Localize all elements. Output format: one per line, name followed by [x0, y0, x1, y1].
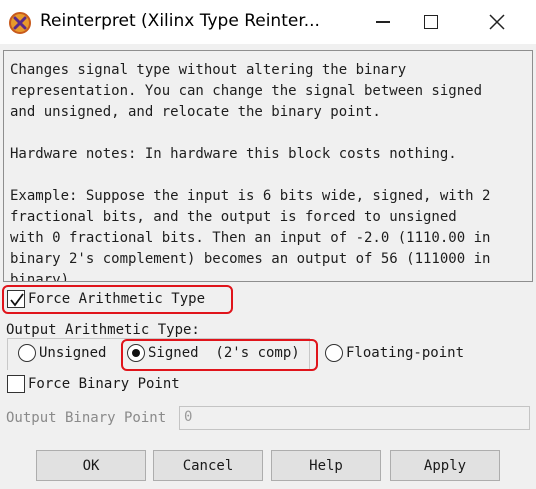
minimize-icon	[376, 21, 390, 23]
close-icon	[489, 14, 505, 30]
checkbox-box[interactable]	[7, 375, 25, 393]
radio-floating-point[interactable]: Floating-point	[325, 344, 464, 362]
title-bar: Reinterpret (Xilinx Type Reinter...	[0, 0, 536, 44]
help-button[interactable]: Help	[271, 450, 381, 481]
close-button[interactable]	[474, 0, 520, 44]
output-arithmetic-type-label: Output Arithmetic Type:	[6, 322, 200, 338]
description-text: Changes signal type without altering the…	[10, 62, 491, 282]
maximize-icon	[424, 15, 438, 29]
radio-circle[interactable]	[18, 344, 36, 362]
radio-unsigned-label: Unsigned	[39, 345, 107, 361]
maximize-button[interactable]	[408, 0, 454, 44]
radio-floating-point-label: Floating-point	[346, 345, 465, 361]
cancel-button[interactable]: Cancel	[153, 450, 263, 481]
highlight-force-arithmetic	[2, 285, 233, 314]
radio-circle[interactable]	[325, 344, 343, 362]
minimize-button[interactable]	[360, 0, 406, 44]
output-binary-point-label: Output Binary Point	[6, 410, 167, 426]
radio-unsigned[interactable]: Unsigned	[18, 344, 106, 362]
description-panel[interactable]: Changes signal type without altering the…	[3, 50, 533, 282]
window-title: Reinterpret (Xilinx Type Reinter...	[40, 11, 320, 31]
highlight-signed	[121, 339, 318, 371]
force-binary-point-checkbox[interactable]: Force Binary Point	[7, 375, 180, 393]
output-binary-point-field[interactable]: 0	[179, 406, 530, 430]
force-binary-point-label: Force Binary Point	[28, 376, 180, 392]
apply-button[interactable]: Apply	[390, 450, 500, 481]
xilinx-block-icon	[9, 12, 31, 34]
ok-button[interactable]: OK	[36, 450, 146, 481]
